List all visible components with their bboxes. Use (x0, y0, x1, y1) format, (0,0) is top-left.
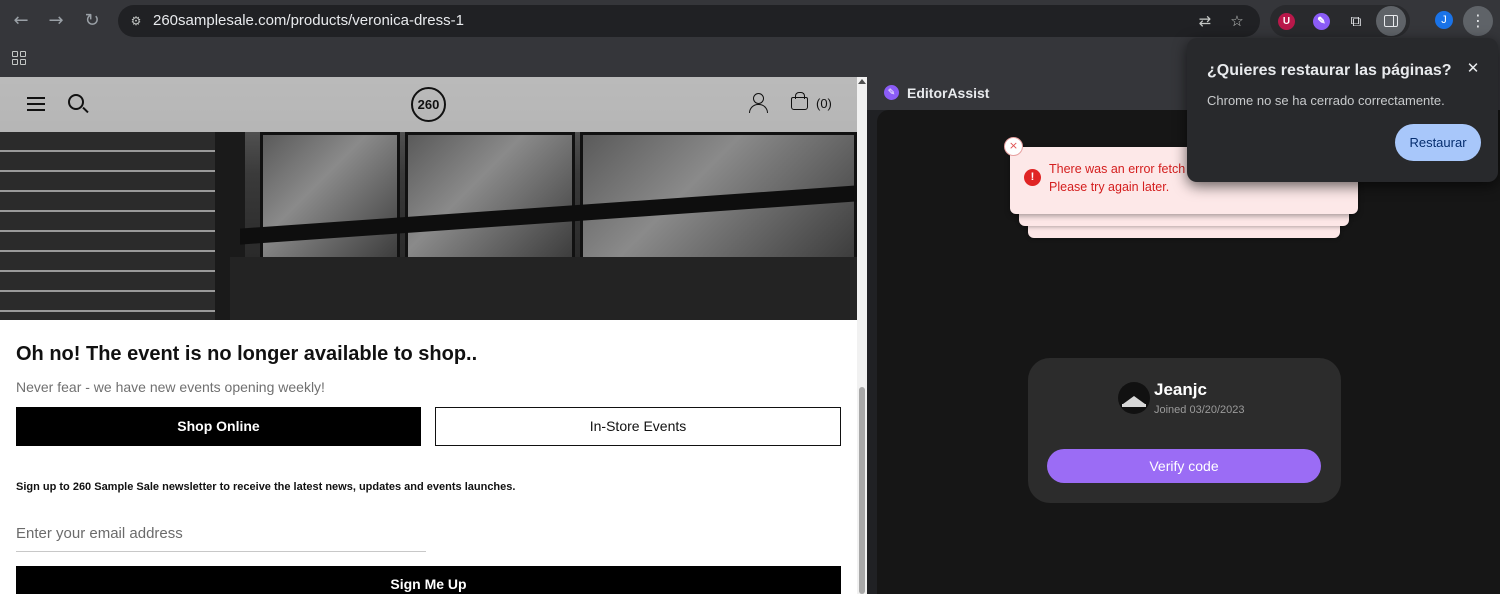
error-message-line2: Please try again later. (1049, 180, 1170, 194)
bookmark-star-icon[interactable]: ☆ (1228, 12, 1246, 30)
username: Jeanjc (1154, 380, 1207, 399)
extensions-puzzle-icon[interactable]: ⧉ (1346, 11, 1366, 31)
web-page: 260 (0) Oh no! The event is no longer av… (0, 77, 857, 594)
browser-toolbar: ← → ↻ ⚙ 260samplesale.com/products/veron… (0, 0, 1500, 42)
shopping-bag-icon[interactable] (791, 92, 808, 110)
email-field[interactable] (16, 515, 426, 552)
chrome-menu-icon[interactable]: ⋮ (1463, 6, 1493, 36)
dialog-message: Chrome no se ha cerrado correctamente. (1207, 93, 1445, 108)
page-scrollbar[interactable] (857, 77, 867, 594)
user-card: Jeanjc Joined 03/20/2023 Verify code (1028, 358, 1341, 503)
toast-close-icon[interactable]: × (1004, 137, 1023, 156)
address-bar[interactable]: ⚙ 260samplesale.com/products/veronica-dr… (118, 5, 1260, 37)
page-title: Oh no! The event is no longer available … (16, 343, 478, 365)
dialog-title: ¿Quieres restaurar las páginas? (1207, 62, 1452, 79)
cart-count[interactable]: (0) (816, 96, 832, 111)
error-icon: ! (1024, 169, 1041, 186)
scroll-up-arrow-icon[interactable] (858, 79, 866, 84)
translate-icon[interactable]: ⇄ (1196, 12, 1214, 30)
avatar (1118, 382, 1150, 414)
sign-up-button[interactable]: Sign Me Up (16, 566, 841, 594)
editorassist-extension-icon[interactable]: ✎ (1313, 13, 1330, 30)
profile-avatar[interactable]: J (1435, 11, 1453, 29)
search-icon[interactable] (68, 94, 84, 110)
ublock-extension-icon[interactable]: U (1278, 13, 1295, 30)
error-message-line1: There was an error fetch (1049, 162, 1186, 176)
restore-pages-dialog: ¿Quieres restaurar las páginas? Chrome n… (1187, 38, 1498, 182)
editorassist-logo-icon: ✎ (884, 85, 899, 100)
scrollbar-thumb[interactable] (859, 387, 865, 594)
shop-online-button[interactable]: Shop Online (16, 407, 421, 446)
forward-icon[interactable]: → (44, 9, 68, 33)
apps-grid-icon[interactable] (12, 51, 26, 65)
hamburger-menu-icon[interactable] (27, 97, 45, 111)
side-panel-title: EditorAssist (907, 85, 990, 101)
restore-button[interactable]: Restaurar (1395, 124, 1481, 161)
store-logo[interactable]: 260 (411, 87, 446, 122)
in-store-events-button[interactable]: In-Store Events (435, 407, 841, 446)
site-settings-icon[interactable]: ⚙ (128, 13, 144, 29)
verify-code-button[interactable]: Verify code (1047, 449, 1321, 483)
newsletter-description: Sign up to 260 Sample Sale newsletter to… (16, 481, 516, 493)
side-panel-toggle-icon[interactable] (1376, 6, 1406, 36)
joined-date: Joined 03/20/2023 (1154, 404, 1245, 416)
close-icon[interactable]: ✕ (1465, 60, 1481, 76)
back-icon[interactable]: ← (9, 9, 33, 33)
page-subtitle: Never fear - we have new events opening … (16, 379, 325, 395)
account-icon[interactable] (749, 93, 768, 113)
url-text[interactable]: 260samplesale.com/products/veronica-dres… (153, 12, 464, 29)
store-header: 260 (0) (0, 77, 857, 132)
reload-icon[interactable]: ↻ (80, 9, 104, 33)
